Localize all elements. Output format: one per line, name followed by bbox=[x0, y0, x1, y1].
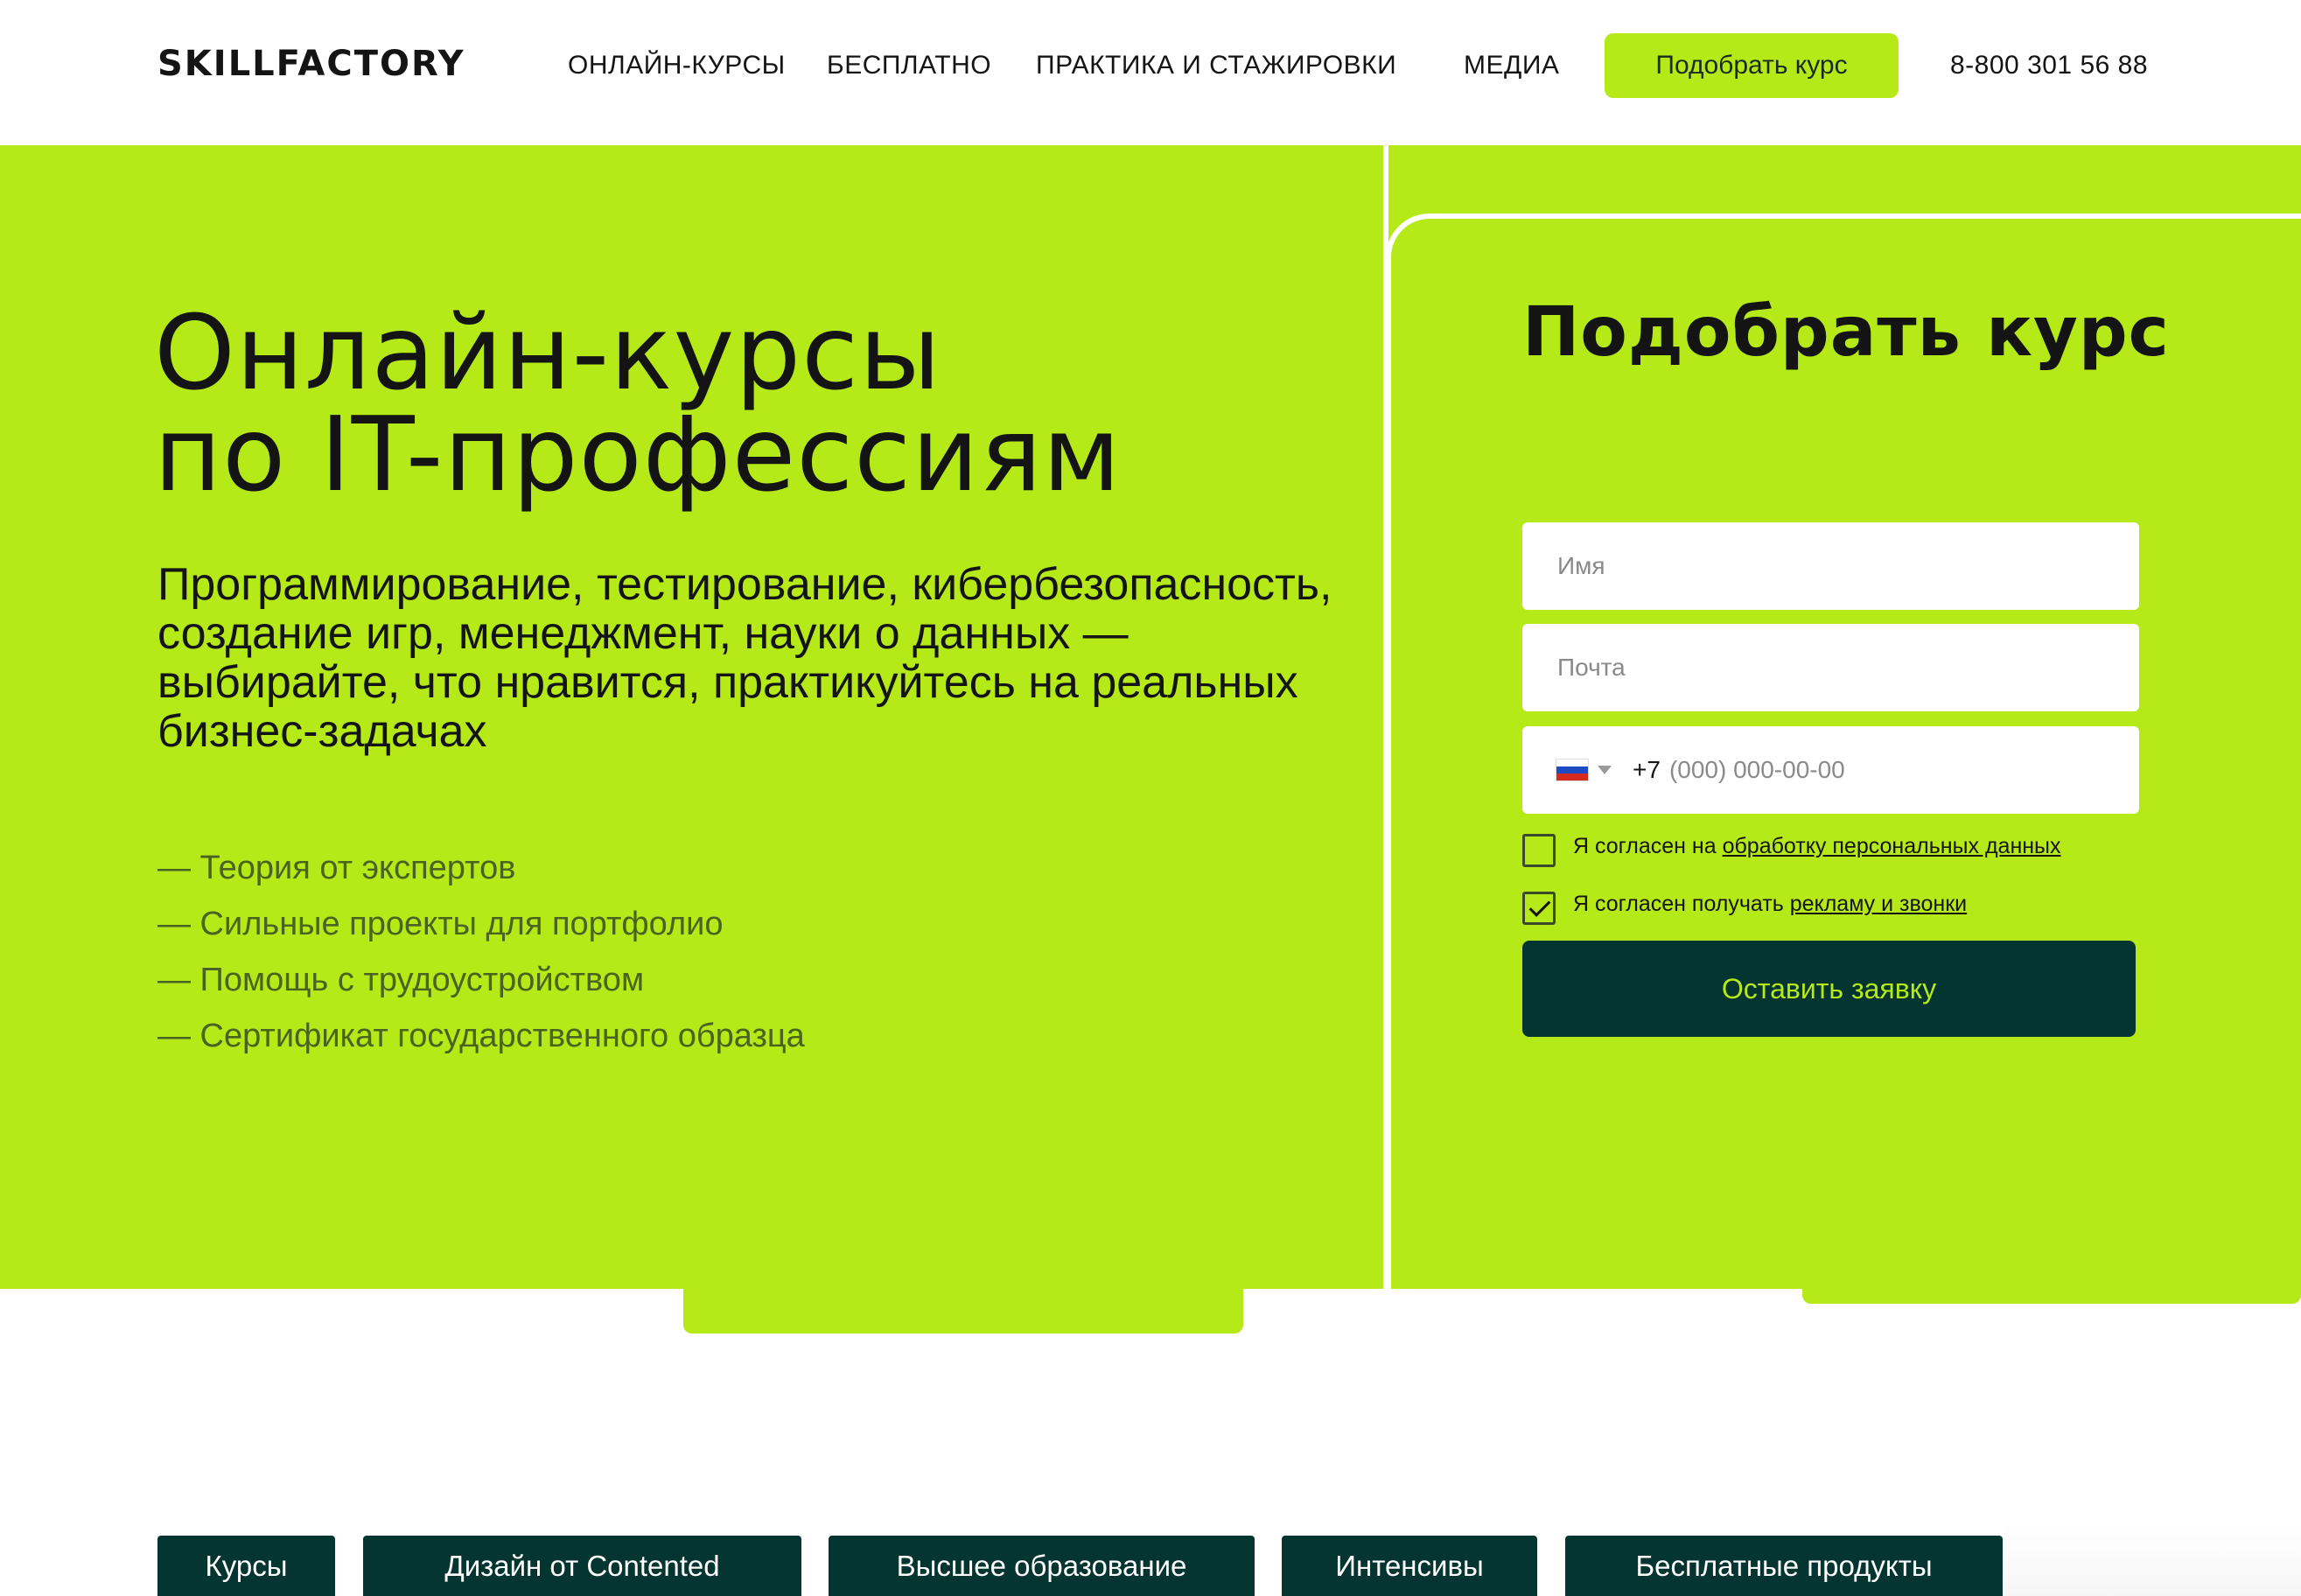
submit-application-button[interactable]: Оставить заявку bbox=[1522, 941, 2136, 1037]
site-header: SKILLFACTORY ОНЛАЙН-КУРСЫ БЕСПЛАТНО ПРАК… bbox=[0, 0, 2301, 145]
hero-title-line1: Онлайн-курсы bbox=[154, 292, 942, 413]
consent-ads-label: Я согласен получать рекламу и звонки bbox=[1573, 892, 2098, 917]
hero-bottom-tab-1 bbox=[683, 1278, 1243, 1334]
consent-ads-checkbox[interactable] bbox=[1522, 892, 1556, 925]
name-input[interactable] bbox=[1522, 522, 2139, 610]
feature-item: — Сертификат государственного образца bbox=[157, 1018, 805, 1054]
personal-data-link[interactable]: обработку персональных данных bbox=[1723, 834, 2061, 858]
phone-field: +7 bbox=[1522, 726, 2139, 814]
feature-item: — Помощь с трудоустройством bbox=[157, 962, 645, 998]
consent-personal-row: Я согласен на обработку персональных дан… bbox=[1522, 834, 2098, 867]
consent-personal-checkbox[interactable] bbox=[1522, 834, 1556, 867]
pick-course-button[interactable]: Подобрать курс bbox=[1605, 33, 1899, 98]
russia-flag-icon[interactable] bbox=[1556, 759, 1589, 781]
logo-text: SKILLFACTORY bbox=[157, 44, 465, 84]
feature-item: — Теория от экспертов bbox=[157, 850, 516, 886]
nav-item-practice[interactable]: ПРАКТИКА И СТАЖИРОВКИ bbox=[1036, 51, 1396, 80]
tab-design-contented[interactable]: Дизайн от Contented bbox=[363, 1536, 801, 1596]
nav-item-online-courses[interactable]: ОНЛАЙН-КУРСЫ bbox=[568, 51, 786, 80]
email-input[interactable] bbox=[1522, 624, 2139, 711]
form-title: Подобрать курс bbox=[1522, 293, 2170, 372]
consent-ads-row: Я согласен получать рекламу и звонки bbox=[1522, 892, 2098, 925]
consent-personal-text: Я согласен на bbox=[1573, 834, 1723, 858]
ads-calls-link[interactable]: рекламу и звонки bbox=[1790, 892, 1967, 916]
consent-personal-label: Я согласен на обработку персональных дан… bbox=[1573, 834, 2098, 859]
feature-list: — Теория от экспертов — Сильные проекты … bbox=[157, 840, 805, 1064]
feature-item: — Сильные проекты для портфолио bbox=[157, 906, 724, 942]
consent-ads-text: Я согласен получать bbox=[1573, 892, 1790, 916]
tab-courses[interactable]: Курсы bbox=[157, 1536, 335, 1596]
hero-title: Онлайн-курсы по IT-профессиям bbox=[154, 292, 1122, 514]
nav-item-media[interactable]: МЕДИА bbox=[1464, 51, 1559, 80]
phone-input[interactable] bbox=[1668, 756, 2089, 784]
tab-intensives[interactable]: Интенсивы bbox=[1282, 1536, 1537, 1596]
phone-link[interactable]: 8-800 301 56 88 bbox=[1950, 51, 2148, 80]
nav-item-free[interactable]: БЕСПЛАТНО bbox=[827, 51, 991, 80]
hero-bottom-tab-2 bbox=[1802, 1278, 2301, 1304]
tabs-fade bbox=[2004, 1522, 2301, 1596]
tab-free-products[interactable]: Бесплатные продукты bbox=[1565, 1536, 2003, 1596]
hero-subtitle: Программирование, тестирование, кибербез… bbox=[157, 559, 1332, 757]
chevron-down-icon[interactable] bbox=[1598, 766, 1612, 774]
hero-title-line2: по IT-профессиям bbox=[154, 394, 1122, 514]
phone-country-code: +7 bbox=[1633, 756, 1661, 783]
tab-higher-education[interactable]: Высшее образование bbox=[829, 1536, 1255, 1596]
skillfactory-logo[interactable]: SKILLFACTORY bbox=[157, 44, 465, 84]
